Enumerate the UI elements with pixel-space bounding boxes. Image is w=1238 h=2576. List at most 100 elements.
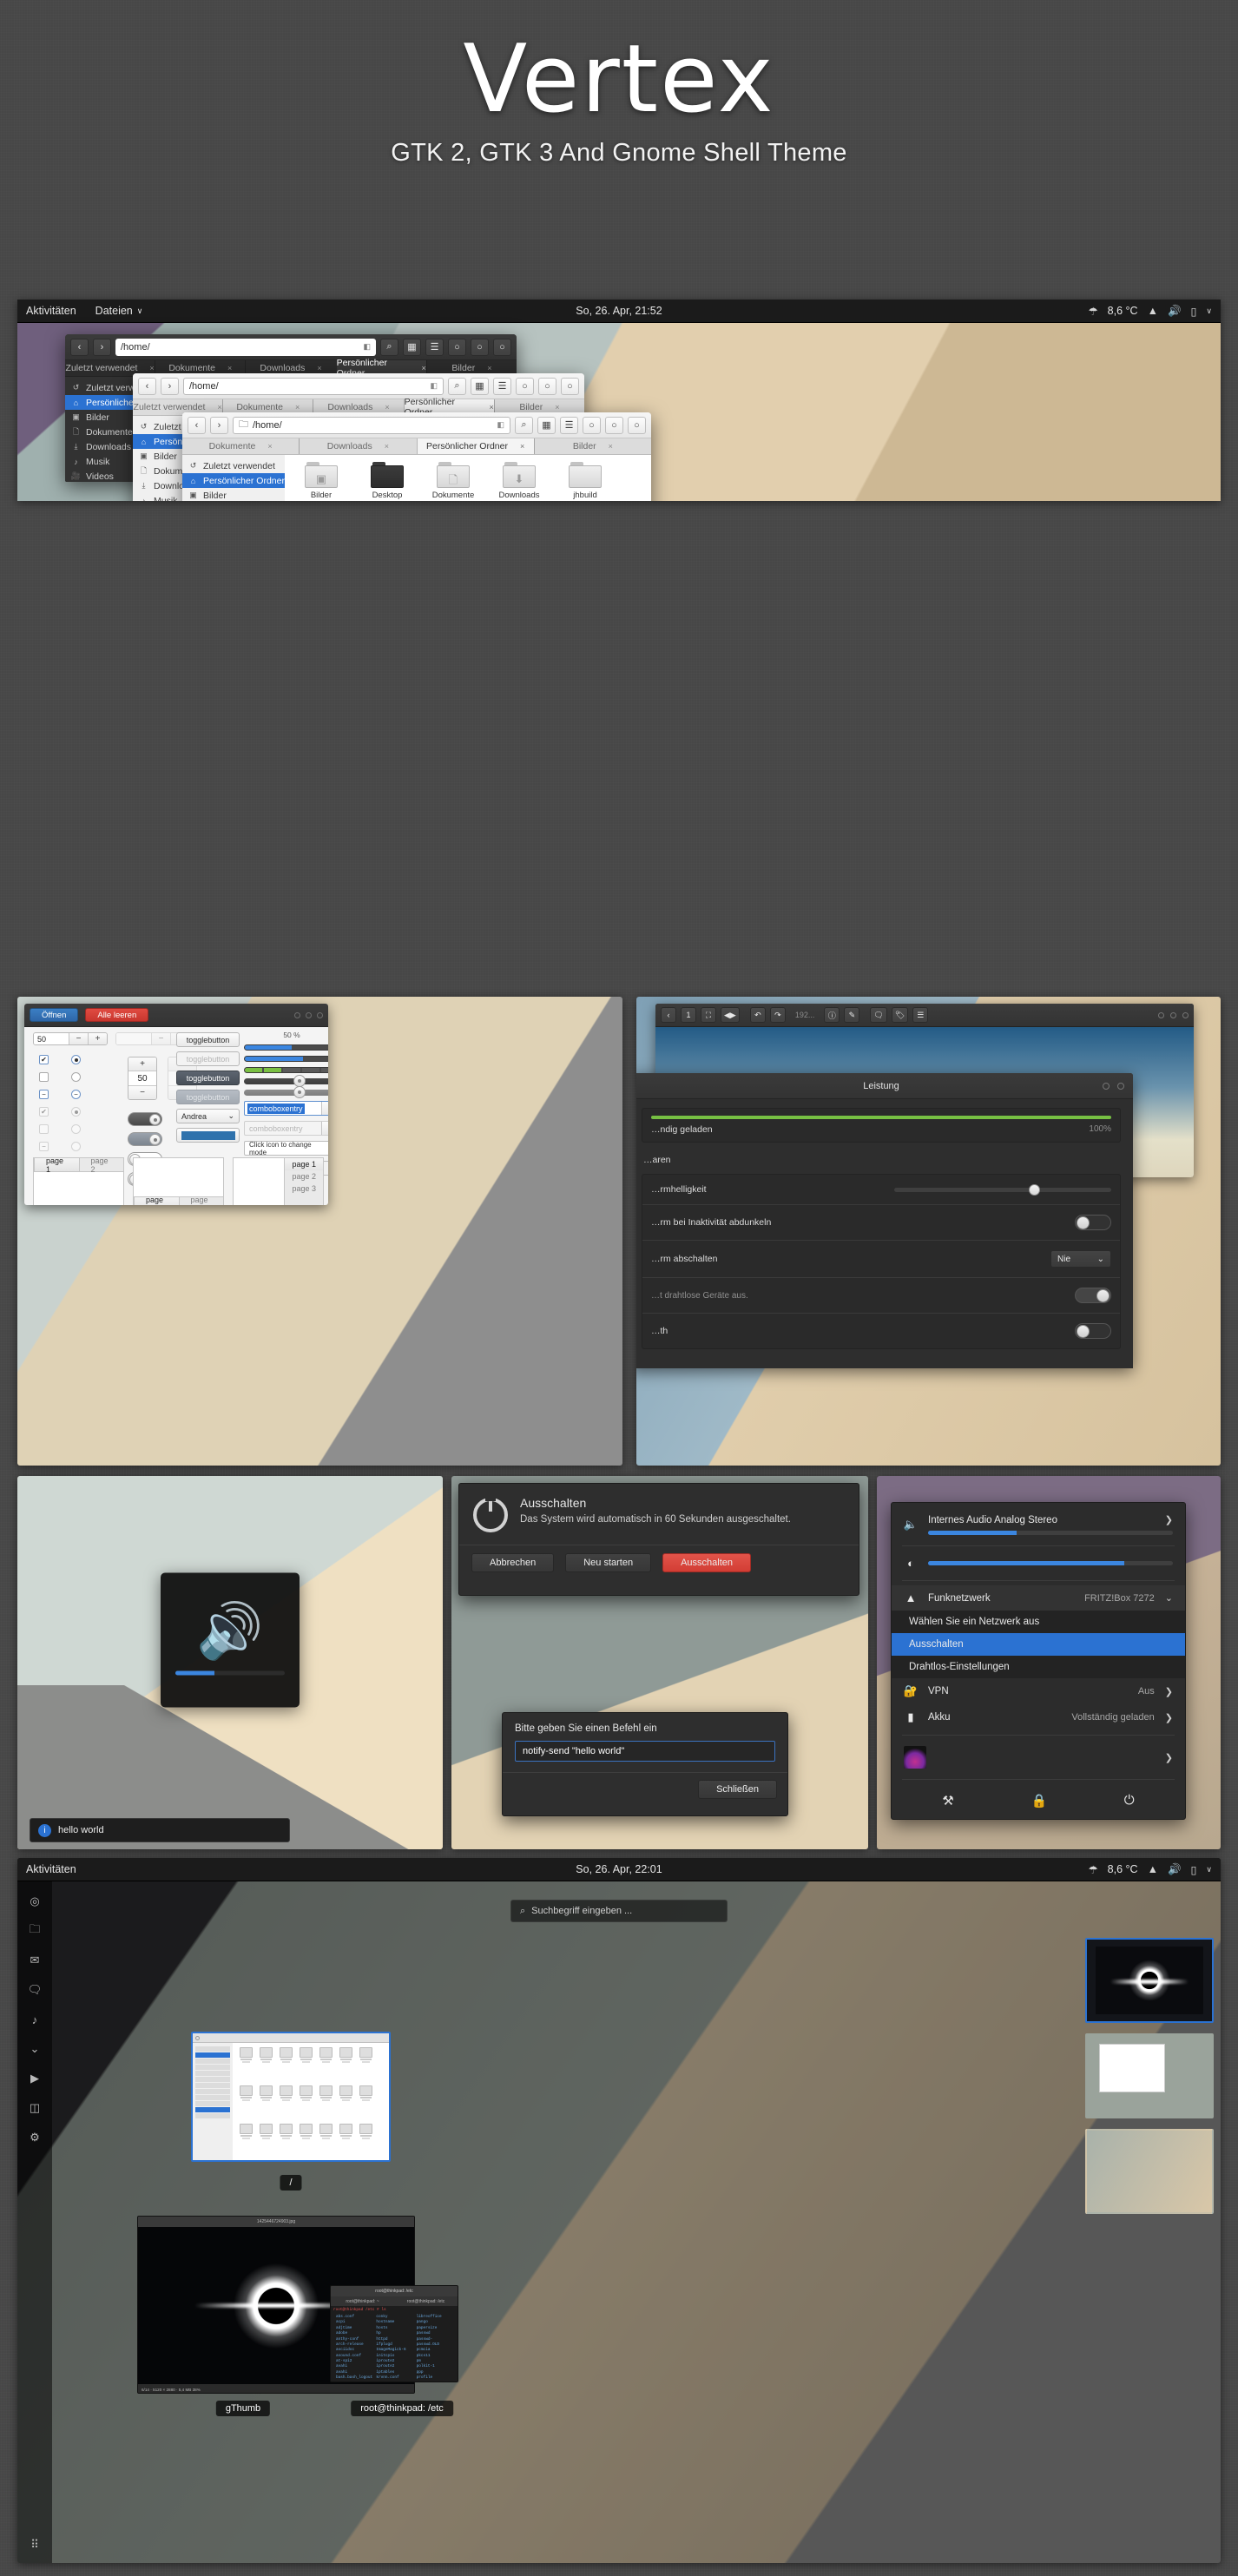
- mail-icon[interactable]: ✉: [25, 1951, 44, 1970]
- close-icon[interactable]: ○: [628, 416, 646, 434]
- grid-view-icon[interactable]: ▦: [403, 338, 421, 356]
- slider-1[interactable]: [244, 1075, 328, 1087]
- network-row[interactable]: ▲ Funknetzwerk FRITZ!Box 7272 ⌄: [892, 1585, 1185, 1611]
- system-menu[interactable]: 🔈 Internes Audio Analog Stereo ❯ ◐ ▲ Fun…: [891, 1502, 1186, 1820]
- power-icon[interactable]: ⏻: [1124, 1793, 1135, 1808]
- lock-icon[interactable]: 🔒: [1031, 1793, 1047, 1808]
- terminal-thumbnail[interactable]: root@thinkpad: /etc root@thinkpad: ~ roo…: [330, 2285, 458, 2382]
- tab-close-icon[interactable]: ×: [267, 442, 272, 451]
- file-item[interactable]: ⬇Downloads19 Objekte: [486, 462, 552, 501]
- chevron-down-icon[interactable]: ⌄: [1165, 1592, 1173, 1604]
- tab-2[interactable]: Persönlicher Ordner ×: [416, 438, 534, 454]
- minimize-icon[interactable]: [1158, 1011, 1164, 1018]
- radio-unselected[interactable]: [71, 1072, 81, 1082]
- fit-icon[interactable]: ⛶: [701, 1007, 716, 1023]
- network-item-2[interactable]: Drahtlos-Einstellungen: [892, 1656, 1185, 1678]
- file-item[interactable]: jhbuild2 Objekte: [552, 462, 618, 501]
- fullscreen-icon[interactable]: ◀▶: [721, 1007, 740, 1023]
- forward-icon[interactable]: ›: [210, 416, 228, 434]
- file-manager-window-front[interactable]: ‹ › 🗀 /home/ ◧ ⌕ ▦ ☰ ○ ○ ○ Dokumente × Dow…: [182, 412, 651, 501]
- row-dim[interactable]: …rm bei Inaktivität abdunkeln: [642, 1205, 1120, 1241]
- close-icon[interactable]: [1182, 1011, 1189, 1018]
- power-settings-window[interactable]: Leistung …ndig geladen 100% …aren …rmhel…: [636, 1073, 1133, 1368]
- clear-all-button[interactable]: Alle leeren: [85, 1008, 149, 1022]
- chat-icon[interactable]: 🗨: [25, 1980, 44, 2000]
- row-brightness[interactable]: …rmhelligkeit: [642, 1175, 1120, 1205]
- media-icon[interactable]: ▶: [25, 2069, 44, 2088]
- activities-button[interactable]: Aktivitäten: [26, 1863, 76, 1875]
- rotate-right-icon[interactable]: ↷: [769, 1007, 786, 1023]
- workspace-3[interactable]: [1085, 2129, 1214, 2214]
- panel-clock[interactable]: So, 26. Apr, 21:52: [576, 305, 662, 317]
- comboboxentry-value[interactable]: comboboxentry: [247, 1103, 305, 1114]
- chevron-right-icon[interactable]: ❯: [1165, 1712, 1173, 1723]
- spinbutton[interactable]: 50 − +: [33, 1032, 108, 1045]
- brightness-row[interactable]: ◐: [892, 1551, 1185, 1576]
- tab-3[interactable]: Bilder ×: [533, 438, 651, 454]
- network-submenu[interactable]: Wählen Sie ein Netzwerk aus Ausschalten Dr…: [892, 1611, 1185, 1678]
- wireless-switch[interactable]: [1075, 1288, 1111, 1303]
- menu-icon[interactable]: ☰: [425, 338, 444, 356]
- back-icon[interactable]: ‹: [188, 416, 206, 434]
- minimize-icon[interactable]: ○: [583, 416, 601, 434]
- checkbox-mixed[interactable]: −: [39, 1090, 49, 1099]
- file-item[interactable]: Desktop0 Objekte: [354, 462, 420, 501]
- checkbox-unchecked[interactable]: [39, 1072, 49, 1082]
- menu-icon[interactable]: ☰: [560, 416, 578, 434]
- workspace-1[interactable]: [1085, 1938, 1214, 2023]
- wifi-icon[interactable]: ▲: [1148, 305, 1158, 317]
- volume-slider[interactable]: [928, 1531, 1173, 1535]
- minimize-icon[interactable]: ○: [448, 338, 466, 356]
- path-bar-back[interactable]: /home/ ◧: [115, 338, 376, 356]
- activities-button[interactable]: Aktivitäten: [26, 305, 76, 317]
- workspace-2[interactable]: [1085, 2033, 1214, 2118]
- vertical-spinbutton[interactable]: + 50 −: [128, 1057, 157, 1100]
- tab-close-icon[interactable]: ×: [385, 442, 389, 451]
- minimize-icon[interactable]: ○: [516, 377, 534, 395]
- dim-switch[interactable]: [1075, 1215, 1111, 1230]
- dash-favorites[interactable]: ◎ 🗀 ✉ 🗨 ♪ ⌄ ▶ ◫ ⚙ ⠿: [17, 1881, 52, 2563]
- tab-close-icon[interactable]: ×: [317, 364, 321, 372]
- color-button[interactable]: [176, 1128, 240, 1143]
- tab-close-icon[interactable]: ×: [520, 442, 524, 451]
- brightness-slider[interactable]: [894, 1183, 1111, 1196]
- togglebutton-normal[interactable]: togglebutton: [176, 1032, 240, 1047]
- edit-icon[interactable]: ✎: [844, 1007, 860, 1023]
- widget-factory-window[interactable]: Öffnen Alle leeren 50 − + ✔ − − ✔ − − + …: [24, 1004, 328, 1205]
- spinbutton-plus[interactable]: +: [88, 1033, 107, 1044]
- window-controls[interactable]: [294, 1011, 323, 1018]
- web-icon[interactable]: ◎: [25, 1892, 44, 1911]
- network-item-0[interactable]: Wählen Sie ein Netzwerk aus: [892, 1611, 1185, 1633]
- tab-close-icon[interactable]: ×: [487, 364, 491, 372]
- settings-icon[interactable]: ⚙: [25, 2128, 44, 2147]
- combobox-name[interactable]: Andrea ⌄: [176, 1109, 240, 1123]
- run-command-dialog[interactable]: Bitte geben Sie einen Befehl ein notify-…: [502, 1712, 788, 1816]
- network-item-1[interactable]: Ausschalten: [892, 1633, 1185, 1656]
- panel-clock[interactable]: So, 26. Apr, 22:01: [576, 1863, 662, 1875]
- radio-mixed[interactable]: −: [71, 1090, 81, 1099]
- app-menu-button[interactable]: Dateien: [95, 305, 133, 317]
- row-bluetooth[interactable]: …th: [642, 1314, 1120, 1348]
- entry-icon-mode[interactable]: Click icon to change mode ↺: [244, 1141, 328, 1156]
- minimize-icon[interactable]: [1103, 1082, 1110, 1090]
- close-icon[interactable]: [1117, 1082, 1124, 1090]
- clear-icon[interactable]: ◧: [497, 420, 504, 430]
- tab-page-2[interactable]: page 2: [285, 1170, 323, 1183]
- row-wireless[interactable]: …t drahtlose Geräte aus.: [642, 1278, 1120, 1314]
- chevron-down-icon[interactable]: ⌄: [321, 1102, 328, 1115]
- tab-page-1[interactable]: page 1: [134, 1196, 180, 1205]
- tab-close-icon[interactable]: ×: [217, 403, 221, 412]
- terminal-tab-1[interactable]: root@thinkpad: ~: [331, 2296, 394, 2306]
- chevron-right-icon[interactable]: ❯: [1165, 1514, 1173, 1525]
- search-icon[interactable]: ⌕: [515, 416, 533, 434]
- audio-row[interactable]: 🔈 Internes Audio Analog Stereo ❯: [892, 1508, 1185, 1541]
- system-menu-actions[interactable]: ⚒ 🔒 ⏻: [892, 1784, 1185, 1814]
- radio-selected[interactable]: [71, 1055, 81, 1064]
- command-input[interactable]: notify-send "hello world": [515, 1741, 775, 1762]
- tab-close-icon[interactable]: ×: [295, 403, 300, 412]
- spinbutton-value[interactable]: 50: [34, 1033, 69, 1044]
- volume-icon[interactable]: 🔊: [1168, 1863, 1182, 1876]
- nautilus-thumbnail[interactable]: [191, 2032, 391, 2162]
- forward-icon[interactable]: ›: [93, 338, 111, 356]
- clear-icon[interactable]: ◧: [430, 381, 438, 391]
